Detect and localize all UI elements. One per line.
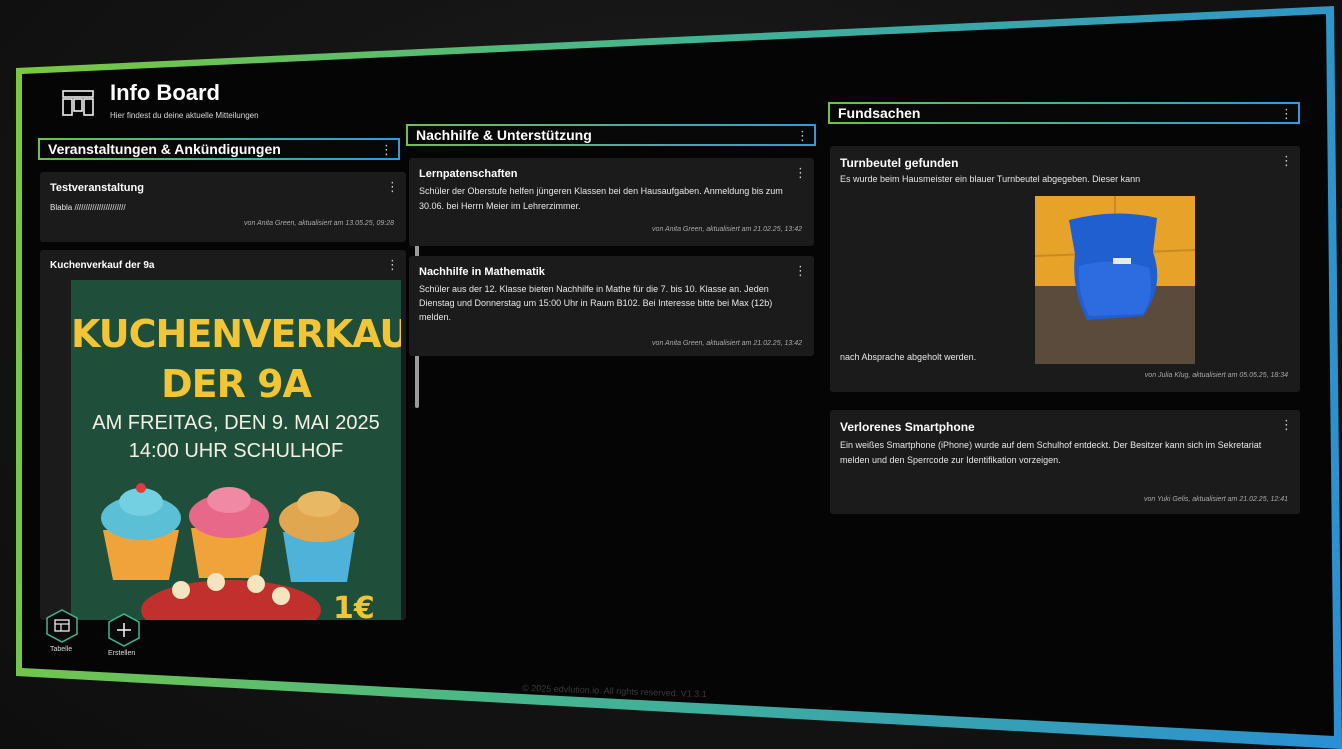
card-body: Blabla ///////////////////////: [50, 203, 126, 212]
column-title: Fundsachen: [838, 105, 921, 121]
column-menu-icon[interactable]: ⋮: [796, 129, 809, 142]
photo-content: [1035, 196, 1195, 364]
table-view-button[interactable]: [44, 608, 80, 644]
app-screen: Info Board Hier findest du deine aktuell…: [22, 14, 1334, 736]
app: Info Board Hier findest du deine aktuell…: [22, 14, 1334, 736]
card-body: Schüler der Oberstufe helfen jüngeren Kl…: [419, 186, 783, 211]
poster-line2: DER 9A: [161, 362, 312, 406]
column-menu-icon[interactable]: ⋮: [1280, 107, 1293, 120]
column-menu-icon[interactable]: ⋮: [380, 143, 393, 156]
card-body: Schüler aus der 12. Klasse bieten Nachhi…: [419, 284, 773, 322]
poster-line1: KUCHENVERKAUF: [71, 312, 401, 356]
column-header-veranstaltungen: Veranstaltungen & Ankündigungen ⋮: [38, 138, 400, 160]
card-title: Lernpatenschaften: [419, 168, 518, 180]
card-meta: von Anita Green, aktualisiert am 21.02.2…: [652, 226, 802, 233]
card-body: Es wurde beim Hausmeister ein blauer Tur…: [840, 174, 1141, 184]
card-meta: von Julia Klug, aktualisiert am 05.05.25…: [1144, 372, 1288, 379]
poster-price: 1€: [333, 591, 375, 620]
column-header-fundsachen: Fundsachen ⋮: [828, 102, 1300, 124]
card-menu-icon[interactable]: ⋮: [386, 180, 399, 193]
turnbeutel-photo: [1035, 196, 1195, 364]
card-lernpatenschaften[interactable]: Lernpatenschaften Schüler der Oberstufe …: [409, 158, 814, 246]
card-meta: von Anita Green, aktualisiert am 13.05.2…: [244, 220, 394, 227]
card-body-end: nach Absprache abgeholt werden.: [840, 352, 977, 362]
card-meta: von Anita Green, aktualisiert am 21.02.2…: [652, 340, 802, 347]
page-subtitle: Hier findest du deine aktuelle Mitteilun…: [110, 111, 259, 120]
column-header-nachhilfe: Nachhilfe & Unterstützung ⋮: [406, 124, 816, 146]
board-logo-icon: [62, 90, 94, 116]
page-title: Info Board: [110, 80, 220, 105]
card-menu-icon[interactable]: ⋮: [386, 258, 399, 271]
card-title: Turnbeutel gefunden: [840, 156, 959, 170]
card-smartphone[interactable]: Verlorenes Smartphone Ein weißes Smartph…: [830, 410, 1300, 514]
create-label: Erstellen: [108, 650, 136, 657]
card-meta: von Yuki Gelis, aktualisiert am 21.02.25…: [1144, 496, 1288, 503]
poster-line4: 14:00 UHR SCHULHOF: [128, 440, 344, 462]
column-title: Nachhilfe & Unterstützung: [416, 127, 592, 143]
card-menu-icon[interactable]: ⋮: [794, 264, 807, 277]
poster-line3: AM FREITAG, DEN 9. MAI 2025: [92, 412, 380, 434]
card-nachhilfe-mathematik[interactable]: Nachhilfe in Mathematik Schüler aus der …: [409, 256, 814, 356]
card-menu-icon[interactable]: ⋮: [1280, 418, 1293, 431]
card-title: Verlorenes Smartphone: [840, 420, 975, 434]
cupcakes-illustration: 1€: [101, 483, 375, 620]
create-button[interactable]: [106, 612, 142, 648]
card-title: Testveranstaltung: [50, 182, 144, 194]
card-body: Ein weißes Smartphone (iPhone) wurde auf…: [840, 440, 1262, 465]
card-menu-icon[interactable]: ⋮: [794, 166, 807, 179]
card-title: Kuchenverkauf der 9a: [50, 260, 155, 271]
card-title: Nachhilfe in Mathematik: [419, 266, 545, 278]
table-view-label: Tabelle: [50, 646, 73, 653]
card-testveranstaltung[interactable]: Testveranstaltung Blabla ///////////////…: [40, 172, 406, 242]
column-title: Veranstaltungen & Ankündigungen: [48, 141, 281, 157]
kuchenverkauf-poster-image: KUCHENVERKAUF DER 9A AM FREITAG, DEN 9. …: [71, 280, 401, 620]
card-menu-icon[interactable]: ⋮: [1280, 154, 1293, 167]
